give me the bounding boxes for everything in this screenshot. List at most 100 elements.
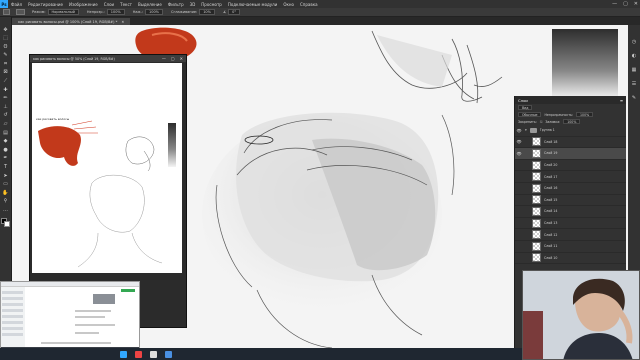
menu-item[interactable]: Подключаемые модули	[225, 2, 281, 7]
color-panel-icon[interactable]: ◐	[632, 53, 636, 59]
zoom-icon[interactable]: ⚲	[2, 199, 9, 205]
gradient-icon[interactable]: ▤	[2, 130, 9, 136]
mode-select[interactable]: Нормальный	[47, 9, 79, 15]
gray-value-swatch	[552, 29, 618, 99]
properties-panel-icon[interactable]: ☰	[632, 81, 636, 87]
layer-row[interactable]: 👁 Слой 18	[515, 137, 626, 149]
options-bar: Режим: Нормальный Непрозр.: 100% Наж.: 1…	[0, 8, 640, 17]
maximize-icon[interactable]: ▢	[623, 1, 628, 7]
dodge-icon[interactable]: ●	[2, 147, 9, 153]
visibility-eye-icon[interactable]: 👁	[515, 128, 523, 133]
tab-close-icon[interactable]: ✕	[121, 20, 124, 24]
browser-green-button	[121, 289, 135, 292]
layer-thumbnail	[532, 230, 541, 240]
layer-row[interactable]: Слой 17	[515, 171, 626, 183]
layer-thumbnail	[532, 253, 541, 263]
move-icon[interactable]: ✥	[2, 27, 9, 33]
navigator-titlebar[interactable]: как рисовать волосы @ 50% (Слой 19, RGB/…	[30, 55, 186, 62]
layer-row[interactable]: Слой 20	[515, 160, 626, 172]
visibility-eye-icon[interactable]: 👁	[515, 139, 523, 144]
app-taskbar-icon[interactable]	[150, 350, 157, 358]
eyedropper-icon[interactable]: ⟋	[2, 79, 9, 85]
group-expand-icon[interactable]: ▾	[525, 128, 527, 132]
navigator-maximize-icon[interactable]: ▢	[171, 56, 175, 61]
layer-list: 👁 Слой 18 👁 Слой 19 Слой 20 Слой 17 Слой 16 Сло…	[515, 137, 626, 265]
background-color-swatch[interactable]	[4, 221, 10, 228]
hand-icon[interactable]: ✋	[2, 190, 9, 196]
pen-icon[interactable]: ✒	[2, 156, 9, 162]
menu-item[interactable]: Фильтр	[165, 2, 187, 7]
smoothing-field[interactable]: 10%	[199, 9, 215, 15]
lock-icon[interactable]: ⚿	[540, 120, 542, 124]
layers-panel-title[interactable]: Слои	[518, 98, 528, 103]
navigator-close-icon[interactable]: ✕	[180, 56, 183, 61]
menu-item[interactable]: Файл	[8, 2, 25, 7]
layer-row[interactable]: Слой 10	[515, 253, 626, 265]
layer-group-row[interactable]: 👁 ▾ Группа 1	[515, 125, 626, 137]
more-tools-icon[interactable]: …	[2, 207, 9, 213]
panel-menu-icon[interactable]: ≡	[620, 98, 623, 103]
blend-mode-select[interactable]: Обычные	[518, 112, 542, 117]
angle-control: ∡ 0°	[219, 9, 244, 15]
brush-preset-picker[interactable]	[16, 9, 25, 15]
navigator-minimize-icon[interactable]: —	[162, 56, 166, 61]
brush-icon[interactable]: ✏	[2, 96, 9, 102]
layer-opacity-field[interactable]: 100%	[576, 112, 594, 117]
layer-thumbnail	[532, 218, 541, 228]
eraser-icon[interactable]: ▱	[2, 122, 9, 128]
angle-field[interactable]: 0°	[228, 9, 241, 15]
menu-item[interactable]: Слои	[101, 2, 117, 7]
menu-item[interactable]: 3D	[187, 2, 199, 7]
document-tab[interactable]: как рисовать волосы.psd @ 100% (Слой 19,…	[12, 18, 131, 25]
layer-thumbnail	[532, 172, 541, 182]
menu-item[interactable]: Изображение	[66, 2, 101, 7]
navigator-document-preview[interactable]: как рисовать волосы	[32, 63, 182, 273]
healing-icon[interactable]: ✚	[2, 87, 9, 93]
layer-row[interactable]: 👁 Слой 19	[515, 148, 626, 160]
blend-row: Обычные Непрозрачность: 100%	[515, 111, 626, 118]
tool-list: ✥ ⬚ ʘ ✎ ⌗ ⊠ ⟋ ✚ ✏ ⊥ ↺ ▱ ▤ ◆ ● ✒ T ➤ ▭ ✋ ⚲ …	[2, 27, 9, 213]
stamp-icon[interactable]: ⊥	[2, 104, 9, 110]
close-icon[interactable]: ✕	[634, 1, 638, 7]
layer-name: Слой 14	[544, 209, 558, 214]
photoshop-logo-icon[interactable]: Ps	[0, 0, 8, 8]
photoshop-taskbar-icon[interactable]	[120, 350, 127, 358]
document-tab-bar: как рисовать волосы.psd @ 100% (Слой 19,…	[12, 17, 640, 25]
history-brush-icon[interactable]: ↺	[2, 113, 9, 119]
layer-row[interactable]: Слой 12	[515, 229, 626, 241]
menu-item[interactable]: Текст	[117, 2, 135, 7]
layer-row[interactable]: Слой 15	[515, 195, 626, 207]
app-taskbar-icon[interactable]	[135, 350, 142, 358]
minimize-icon[interactable]: —	[612, 1, 617, 7]
flow-field[interactable]: 100%	[144, 9, 163, 15]
shape-icon[interactable]: ▭	[2, 182, 9, 188]
blur-icon[interactable]: ◆	[2, 139, 9, 145]
lasso-icon[interactable]: ʘ	[2, 44, 9, 50]
visibility-eye-icon[interactable]: 👁	[515, 151, 523, 156]
layer-filter-select[interactable]: Вид	[518, 105, 533, 110]
layer-row[interactable]: Слой 13	[515, 218, 626, 230]
layer-row[interactable]: Слой 16	[515, 183, 626, 195]
quick-select-icon[interactable]: ✎	[2, 53, 9, 59]
opacity-field[interactable]: 100%	[106, 9, 125, 15]
fill-field[interactable]: 100%	[563, 119, 581, 124]
swatches-panel-icon[interactable]: ▦	[632, 67, 637, 73]
history-panel-icon[interactable]: ◷	[632, 39, 636, 45]
layer-name: Слой 17	[544, 174, 558, 179]
tool-preset-picker[interactable]	[3, 9, 10, 15]
menu-item[interactable]: Справка	[297, 2, 321, 7]
crop-icon[interactable]: ⌗	[2, 61, 9, 67]
menu-item[interactable]: Редактирование	[25, 2, 66, 7]
color-swatches[interactable]	[1, 218, 10, 228]
menu-item[interactable]: Выделение	[135, 2, 165, 7]
menu-item[interactable]: Просмотр	[198, 2, 225, 7]
type-icon[interactable]: T	[2, 165, 9, 171]
layer-row[interactable]: Слой 14	[515, 206, 626, 218]
marquee-icon[interactable]: ⬚	[2, 36, 9, 42]
menu-item[interactable]: Окно	[280, 2, 297, 7]
layer-row[interactable]: Слой 11	[515, 241, 626, 253]
path-select-icon[interactable]: ➤	[2, 173, 9, 179]
brushes-panel-icon[interactable]: ✎	[632, 95, 636, 101]
frame-icon[interactable]: ⊠	[2, 70, 9, 76]
app-taskbar-icon[interactable]	[165, 350, 172, 358]
